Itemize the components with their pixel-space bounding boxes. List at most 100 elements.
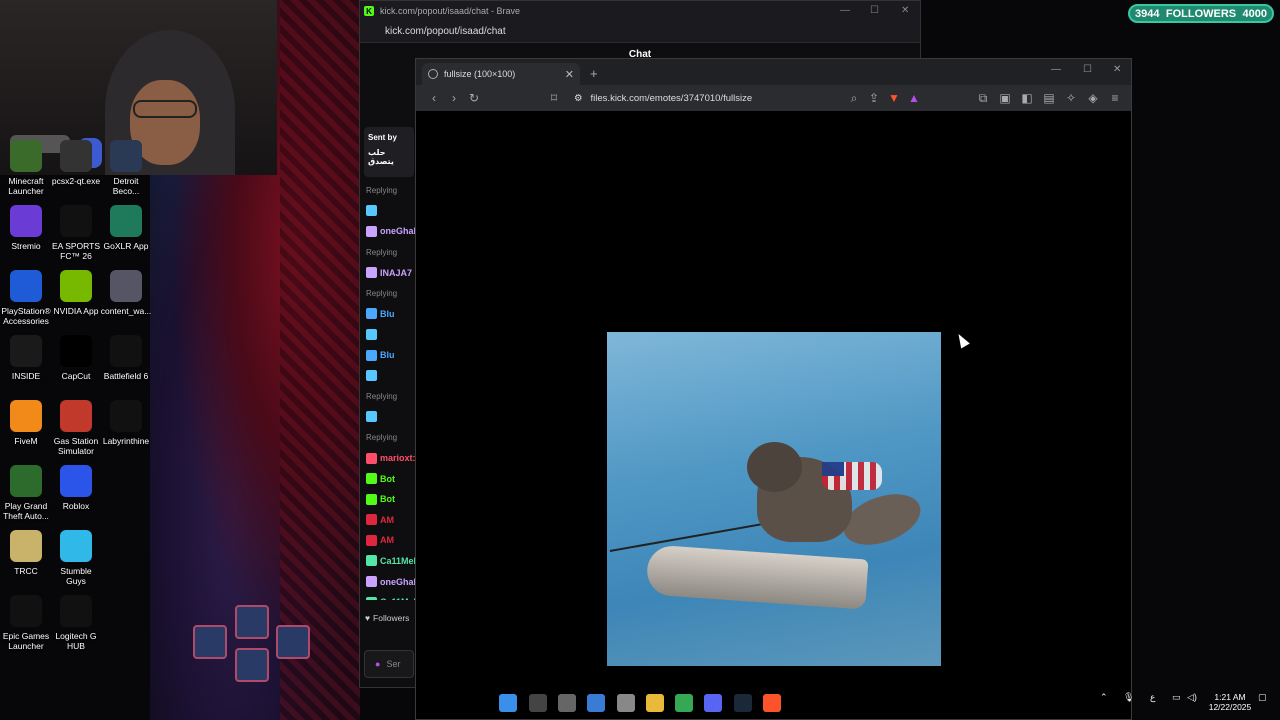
desktop-icon[interactable]: FiveM [0,400,52,446]
chat-message[interactable]: Replying [366,180,418,201]
desktop-icon[interactable]: PlayStation® Accessories [0,270,52,326]
chat-message[interactable]: Replying [366,427,418,448]
mic-tray-icon[interactable]: 🎙 [1123,692,1134,703]
desktop-icon[interactable]: TRCC [0,530,52,576]
chat-message[interactable]: AM [366,510,418,531]
chat-message[interactable] [366,324,418,345]
tab-fullsize[interactable]: fullsize (100×100) ✕ [422,63,580,85]
taskbar-start-icon[interactable] [499,694,517,712]
close-icon[interactable]: ✕ [1113,64,1121,75]
desktop-icon[interactable]: EA SPORTS FC™ 26 [50,205,102,261]
desktop-icon-label: GoXLR App [103,241,149,251]
desktop-icon[interactable]: Labyrinthine [100,400,152,446]
close-icon[interactable]: ✕ [901,5,909,16]
taskbar-discord-icon[interactable] [704,694,722,712]
desktop-icon[interactable]: content_wa... [100,270,152,316]
chat-window-title: kick.com/popout/isaad/chat - Brave [380,6,521,16]
desktop-icon[interactable]: Stremio [0,205,52,251]
chat-address-bar[interactable]: kick.com/popout/isaad/chat [360,21,920,43]
chat-message[interactable]: Ca11MeDo [366,592,418,600]
chat-message[interactable]: Ca11MeDo [366,551,418,572]
chat-message[interactable]: oneGhala: [366,221,418,242]
chat-message[interactable] [366,365,418,386]
tray-expand-icon[interactable]: ⌃ [1100,692,1108,703]
brave-shields-icon[interactable]: ▼ [884,91,904,105]
chat-message[interactable] [366,407,418,428]
taskbar-file-explorer-icon[interactable] [646,694,664,712]
menu-icon[interactable]: ≡ [1105,91,1125,106]
sidebar-icon[interactable]: ◧ [1017,91,1037,106]
taskbar-brave-icon[interactable] [763,694,781,712]
taskbar-chrome-icon[interactable] [675,694,693,712]
forward-icon[interactable]: › [444,91,464,105]
chat-message[interactable]: Blu [366,304,418,325]
desktop-icon[interactable]: Roblox [50,465,102,511]
share-icon[interactable]: ⇪ [864,91,884,105]
chat-username: AM [380,514,394,525]
chat-message[interactable]: Blu [366,345,418,366]
page-url[interactable]: files.kick.com/emotes/3747010/fullsize [591,93,753,104]
brave-rewards-icon[interactable]: ▲ [904,91,924,105]
screenshot-icon[interactable]: ▣ [995,91,1015,106]
taskbar-search-icon[interactable] [529,694,547,712]
desktop-icon[interactable]: Gas Station Simulator [50,400,102,456]
chat-input[interactable]: ● Ser [364,650,414,678]
reload-icon[interactable]: ↻ [464,91,484,105]
zoom-icon[interactable]: ⌕ [844,91,864,106]
taskbar-steam-icon[interactable] [734,694,752,712]
chat-message[interactable] [366,201,418,222]
chat-message[interactable]: Replying [366,283,418,304]
user-badge-icon [366,534,377,546]
app-icon [110,400,142,432]
desktop-icon[interactable]: NVIDIA App [50,270,102,316]
desktop-icon[interactable]: Detroit Beco... [100,140,152,196]
minimize-icon[interactable]: — [840,5,850,16]
chat-message[interactable]: Replying [366,386,418,407]
desktop-icon[interactable]: Battlefield 6 [100,335,152,381]
desktop-icon[interactable]: GoXLR App [100,205,152,251]
chat-message[interactable]: AM [366,530,418,551]
taskbar-clock[interactable]: 1:21 AM 12/22/2025 [1206,692,1254,712]
desktop-icon[interactable]: Play Grand Theft Auto... [0,465,52,521]
new-tab-icon[interactable]: + [590,66,598,81]
chat-message[interactable]: marioxt: [366,448,418,469]
taskbar-recording-icon[interactable] [617,694,635,712]
leo-ai-icon[interactable]: ✧ [1061,91,1081,106]
desktop-icon[interactable]: INSIDE [0,335,52,381]
chat-message[interactable]: Replying [366,242,418,263]
language-indicator[interactable]: ع [1150,692,1155,703]
bookmark-icon[interactable]: ⌑ [544,91,564,105]
maximize-icon[interactable]: ☐ [1083,64,1092,75]
desktop-icon[interactable]: Minecraft Launcher [0,140,52,196]
desktop-icon[interactable]: Logitech G HUB [50,595,102,651]
browser-toolbar: ‹ › ↻ ⌑ ⚙ files.kick.com/emotes/3747010/… [416,85,1131,111]
chat-message[interactable]: Bot [366,489,418,510]
user-badge-icon [366,555,377,567]
back-icon[interactable]: ‹ [424,91,444,105]
chat-url[interactable]: kick.com/popout/isaad/chat [385,26,506,37]
desktop-icon[interactable]: CapCut [50,335,102,381]
chat-message[interactable]: INAJA7 [366,262,418,283]
chat-message-list[interactable]: Replying oneGhala: Replying INAJA7 Replying B… [366,180,418,600]
tab-close-icon[interactable]: ✕ [565,68,574,81]
follower-goal-bar: 3944 FOLLOWERS 4000 [1128,4,1274,23]
notification-icon[interactable]: ▢ [1258,692,1267,703]
minimize-icon[interactable]: — [1051,64,1061,75]
desktop-icon[interactable]: Epic Games Launcher [0,595,52,651]
mic-icon[interactable]: ● [375,659,380,669]
desktop-icon[interactable]: Stumble Guys [50,530,102,586]
reply-indicator: Replying [366,432,398,442]
desktop-icon[interactable]: pcsx2-qt.exe [50,140,102,186]
network-icon[interactable]: ▭ [1172,692,1181,703]
chat-message[interactable]: Bot [366,468,418,489]
extensions-icon[interactable]: ⧉ [973,91,993,106]
taskbar-task-view-icon[interactable] [558,694,576,712]
taskbar-store-icon[interactable] [587,694,605,712]
wallet-icon[interactable]: ▤ [1039,91,1059,106]
volume-icon[interactable]: ◁) [1187,692,1197,703]
chat-message[interactable]: oneGhala: [366,571,418,592]
site-settings-icon[interactable]: ⚙ [574,93,583,104]
vpn-icon[interactable]: ◈ [1083,91,1103,106]
maximize-icon[interactable]: ☐ [870,5,879,16]
chat-window-titlebar[interactable]: K kick.com/popout/isaad/chat - Brave [360,1,920,21]
